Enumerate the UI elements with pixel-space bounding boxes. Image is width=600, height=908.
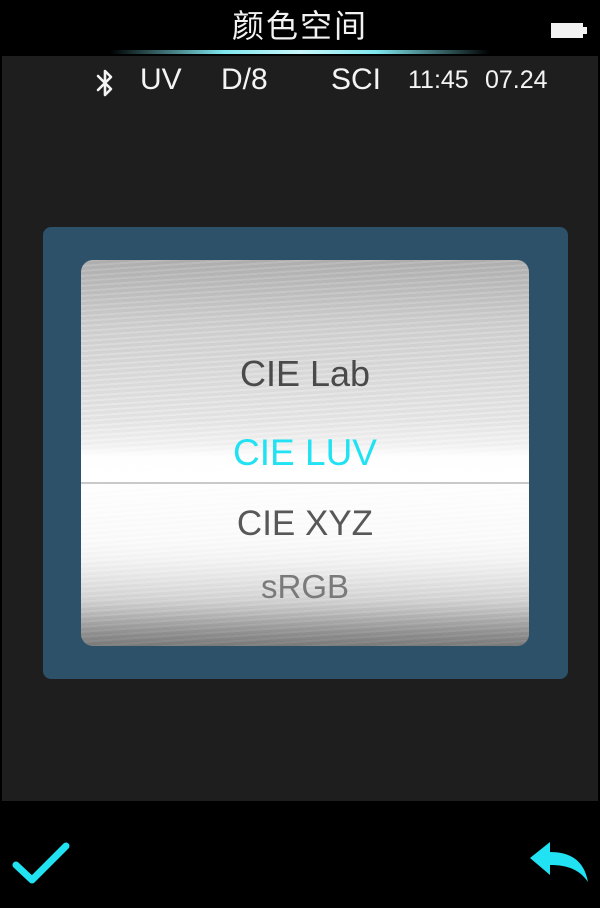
clock-time: 11:45 [408, 66, 469, 94]
bottom-bar [0, 801, 600, 908]
uv-indicator: UV [140, 63, 182, 96]
checkmark-icon [12, 842, 70, 884]
option-cie-luv-selected[interactable]: CIE LUV [81, 428, 529, 478]
title-underline [110, 50, 490, 54]
battery-tip [583, 27, 587, 34]
bluetooth-icon [96, 69, 113, 97]
back-arrow-icon [530, 842, 588, 882]
selection-divider [81, 482, 529, 484]
battery-icon [551, 23, 583, 38]
option-cie-lab[interactable]: CIE Lab [81, 350, 529, 398]
option-cie-xyz[interactable]: CIE XYZ [81, 500, 529, 548]
color-space-picker[interactable]: CIE Lab CIE LUV CIE XYZ sRGB [81, 260, 529, 646]
mode-indicator: SCI [331, 63, 382, 96]
page-title: 颜色空间 [231, 7, 368, 45]
device-screen: 颜色空间 UV D/8 SCI 11:45 07.24 CIE Lab CIE … [0, 0, 600, 908]
confirm-button[interactable] [10, 838, 74, 888]
status-bar: UV D/8 SCI 11:45 07.24 [0, 56, 600, 106]
option-srgb[interactable]: sRGB [81, 564, 529, 610]
title-bar: 颜色空间 [0, 0, 600, 56]
clock-date: 07.24 [485, 66, 548, 94]
back-button[interactable] [522, 838, 592, 888]
geometry-indicator: D/8 [221, 63, 268, 96]
